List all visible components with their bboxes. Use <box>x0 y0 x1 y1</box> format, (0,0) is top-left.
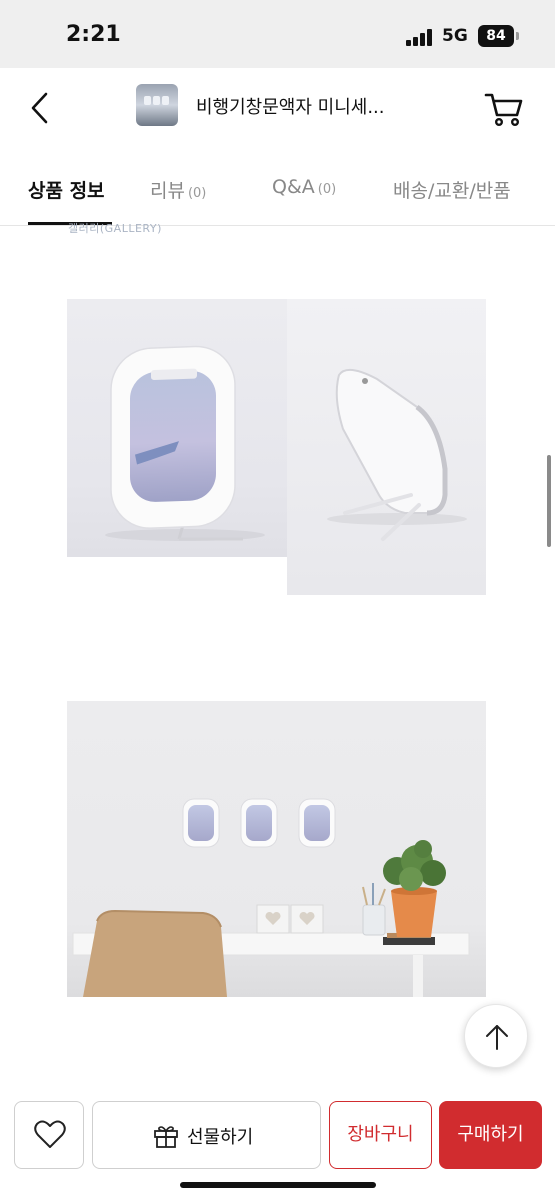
heart-icon <box>34 1120 66 1148</box>
product-image-stand <box>287 299 486 595</box>
product-image-room <box>67 701 486 997</box>
chevron-left-icon <box>31 92 48 124</box>
status-time: 2:21 <box>66 22 121 47</box>
tab-label: 배송/교환/반품 <box>393 180 511 202</box>
tab-product-info[interactable]: 상품 정보 <box>28 176 105 203</box>
gift-icon <box>154 1126 178 1148</box>
product-image-window-frame <box>67 299 287 557</box>
tab-label: 리뷰 <box>150 180 185 202</box>
scrollbar[interactable] <box>547 455 551 547</box>
tab-qna[interactable]: Q&A (0) <box>272 176 336 198</box>
add-to-cart-button[interactable]: 장바구니 <box>329 1101 432 1169</box>
tab-reviews[interactable]: 리뷰 (0) <box>150 176 206 203</box>
tab-shipping[interactable]: 배송/교환/반품 <box>393 176 511 203</box>
product-thumbnail[interactable] <box>136 84 178 126</box>
tab-label: Q&A <box>272 176 315 198</box>
cart-icon <box>484 93 523 127</box>
buy-now-button[interactable]: 구매하기 <box>439 1101 542 1169</box>
home-indicator <box>180 1182 376 1188</box>
tab-count: (0) <box>317 182 337 197</box>
section-heading-cut: 갤러리(GALLERY) <box>68 222 162 235</box>
header: 비행기창문액자 미니세... <box>0 68 555 150</box>
gift-button[interactable]: 선물하기 <box>92 1101 321 1169</box>
battery-tip <box>516 32 519 40</box>
cart-button[interactable] <box>484 90 524 128</box>
tab-label: 상품 정보 <box>28 180 105 202</box>
wishlist-button[interactable] <box>14 1101 84 1169</box>
tab-bar: 상품 정보 리뷰 (0) Q&A (0) 배송/교환/반품 <box>0 150 555 226</box>
battery-icon: 84 <box>478 25 514 47</box>
network-type: 5G <box>442 26 468 46</box>
arrow-up-icon <box>486 1025 508 1050</box>
status-bar: 2:21 5G 84 <box>0 0 555 68</box>
page-title: 비행기창문액자 미니세... <box>196 97 385 118</box>
bottom-action-bar: 선물하기 장바구니 구매하기 <box>0 1090 555 1200</box>
scroll-top-button[interactable] <box>464 1004 528 1068</box>
tab-count: (0) <box>187 186 207 201</box>
gift-label: 선물하기 <box>187 1127 254 1148</box>
back-button[interactable] <box>24 90 58 126</box>
signal-icon <box>406 28 436 46</box>
